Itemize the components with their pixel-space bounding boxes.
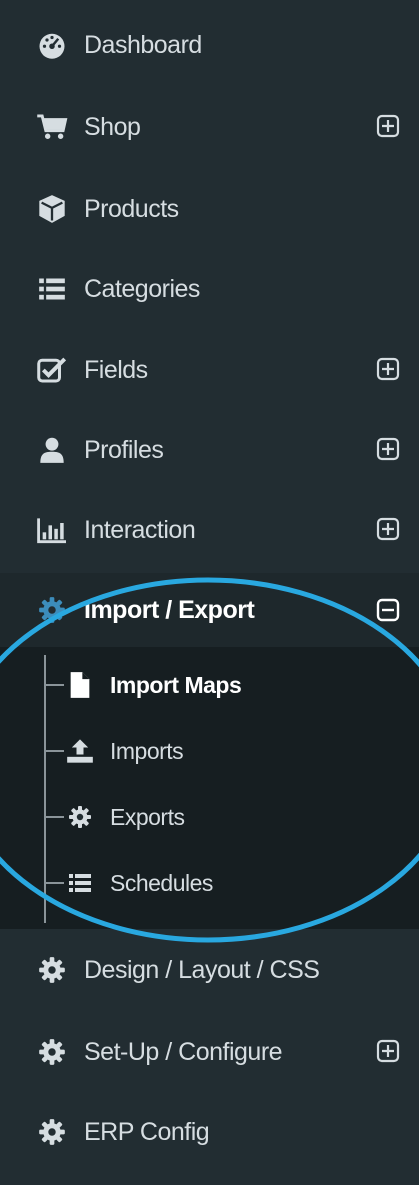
tree-connector (44, 750, 64, 752)
submenu-item-imports[interactable]: Imports (0, 718, 419, 784)
menu-item-label: Categories (84, 275, 200, 303)
bar-chart-icon (34, 490, 70, 570)
menu-item-dashboard[interactable]: Dashboard (0, 5, 419, 85)
dashboard-icon (34, 5, 70, 85)
gear-icon (34, 930, 70, 1010)
gear-icon (34, 1012, 70, 1092)
menu-item-label: Set-Up / Configure (84, 1038, 283, 1066)
expand-icon[interactable] (376, 114, 400, 138)
gear-icon (34, 1092, 70, 1172)
menu-item-label: Shop (84, 113, 141, 141)
list-icon (64, 850, 96, 916)
user-icon (34, 410, 70, 490)
import-export-submenu: Import Maps Imports Exports Schedules (0, 647, 419, 929)
expand-icon[interactable] (376, 357, 400, 381)
menu-item-categories[interactable]: Categories (0, 249, 419, 329)
shopping-cart-icon (34, 87, 70, 167)
expand-icon[interactable] (376, 1039, 400, 1063)
checkbox-icon (34, 330, 70, 410)
menu-item-label: Design / Layout / CSS (84, 956, 320, 984)
menu-item-fields[interactable]: Fields (0, 330, 419, 410)
menu-item-import-export[interactable]: Import / Export (0, 573, 419, 647)
menu-item-label: ERP Config (84, 1118, 210, 1146)
menu-item-profiles[interactable]: Profiles (0, 410, 419, 490)
submenu-item-label: Exports (110, 804, 185, 830)
submenu-item-label: Schedules (110, 870, 213, 896)
menu-item-label: Fields (84, 356, 148, 384)
gear-icon (64, 784, 96, 850)
upload-icon (64, 718, 96, 784)
expand-icon[interactable] (376, 517, 400, 541)
menu-item-design-layout-css[interactable]: Design / Layout / CSS (0, 930, 419, 1010)
tree-connector (44, 684, 64, 686)
submenu-item-schedules[interactable]: Schedules (0, 850, 419, 916)
list-icon (34, 249, 70, 329)
menu-item-label: Profiles (84, 436, 164, 464)
menu-item-label: Import / Export (84, 596, 255, 624)
submenu-item-import-maps[interactable]: Import Maps (0, 652, 419, 718)
menu-item-label: Interaction (84, 516, 196, 544)
tree-connector (44, 882, 64, 884)
submenu-item-label: Imports (110, 738, 184, 764)
collapse-icon[interactable] (376, 598, 400, 622)
submenu-item-label: Import Maps (110, 672, 242, 698)
gear-icon (34, 573, 70, 647)
file-icon (64, 652, 96, 718)
menu-item-products[interactable]: Products (0, 169, 419, 249)
submenu-item-exports[interactable]: Exports (0, 784, 419, 850)
menu-item-erp-config[interactable]: ERP Config (0, 1092, 419, 1172)
menu-item-setup-configure[interactable]: Set-Up / Configure (0, 1012, 419, 1092)
tree-connector (44, 816, 64, 818)
menu-item-label: Products (84, 195, 179, 223)
menu-item-shop[interactable]: Shop (0, 87, 419, 167)
menu-item-interaction[interactable]: Interaction (0, 490, 419, 570)
cube-icon (34, 169, 70, 249)
menu-item-label: Dashboard (84, 31, 202, 59)
expand-icon[interactable] (376, 437, 400, 461)
